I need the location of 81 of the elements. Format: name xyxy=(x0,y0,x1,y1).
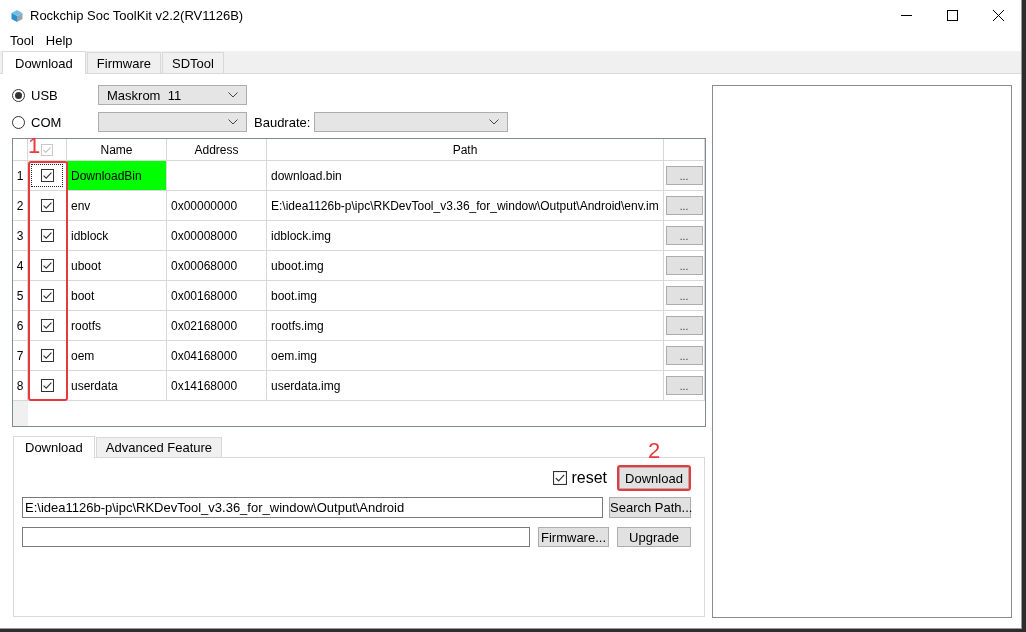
maximize-icon xyxy=(946,10,958,21)
radio-button[interactable] xyxy=(12,115,25,129)
browse-button[interactable]: ... xyxy=(665,166,703,185)
callout-number: 1 xyxy=(28,135,41,157)
row-number: 8 xyxy=(16,378,24,393)
row-number: 3 xyxy=(16,228,24,243)
browse-button[interactable]: ... xyxy=(665,286,703,305)
checkbox[interactable] xyxy=(40,349,54,362)
name-cell: rootfs xyxy=(67,311,167,341)
checkbox[interactable] xyxy=(40,379,54,392)
reset-checkbox[interactable] xyxy=(553,471,568,485)
radio-button[interactable] xyxy=(12,88,25,102)
callout-number: 2 xyxy=(648,440,661,462)
app-icon xyxy=(10,8,24,23)
browse-button[interactable]: ... xyxy=(665,226,703,245)
tab[interactable]: Advanced Feature xyxy=(95,437,223,457)
browse-button[interactable]: ... xyxy=(665,376,703,395)
path-field[interactable]: E:\idea1126b-p\ipc\RKDevTool_v3.36_for_window\Output\Android xyxy=(22,497,603,518)
window-title: Rockchip Soc ToolKit v2.2(RV1126B) xyxy=(30,8,244,23)
name-cell: env xyxy=(67,191,167,221)
path-cell: rootfs.img xyxy=(267,311,664,341)
chevron-down-icon xyxy=(228,119,238,125)
row-number: 2 xyxy=(16,198,24,213)
browse-button[interactable]: ... xyxy=(665,196,703,215)
address-cell: 0x00168000 xyxy=(167,281,267,311)
address-cell: 0x04168000 xyxy=(167,341,267,371)
row-number: 6 xyxy=(16,318,24,333)
download-button[interactable]: Download xyxy=(619,467,689,489)
row-number: 5 xyxy=(16,288,24,303)
search-path-button[interactable]: Search Path... xyxy=(609,497,691,518)
firmware-field[interactable] xyxy=(22,527,530,547)
row-number: 7 xyxy=(16,348,24,363)
name-cell: oem xyxy=(67,341,167,371)
address-cell: 0x00068000 xyxy=(167,251,267,281)
chevron-down-icon xyxy=(489,119,500,125)
column-header: Address xyxy=(194,142,239,157)
browse-button[interactable]: ... xyxy=(665,346,703,365)
checkbox[interactable] xyxy=(40,229,54,242)
path-cell: E:\idea1126b-p\ipc\RKDevTool_v3.36_for_window\Output\Android\env.im xyxy=(267,191,664,221)
path-cell: oem.img xyxy=(267,341,664,371)
path-cell: idblock.img xyxy=(267,221,664,251)
name-cell: idblock xyxy=(67,221,167,251)
row-number: 4 xyxy=(16,258,24,273)
checkbox[interactable] xyxy=(40,169,54,182)
tab[interactable]: Firmware xyxy=(86,52,161,73)
address-cell: 0x00008000 xyxy=(167,221,267,251)
browse-button[interactable]: ... xyxy=(665,256,703,275)
menu-item[interactable]: Tool xyxy=(4,31,40,51)
checkbox[interactable] xyxy=(40,259,54,272)
checkbox[interactable] xyxy=(40,319,54,332)
browse-button[interactable]: ... xyxy=(665,316,703,335)
name-cell: uboot xyxy=(67,251,167,281)
tab[interactable]: Download xyxy=(2,51,86,74)
port-label: COM xyxy=(31,114,62,130)
checkbox[interactable] xyxy=(40,289,54,302)
path-cell: uboot.img xyxy=(267,251,664,281)
row-number: 1 xyxy=(16,168,24,183)
device-dropdown[interactable]: Maskrom 11 xyxy=(98,85,247,105)
chevron-down-icon xyxy=(228,92,238,98)
port-label: USB xyxy=(31,87,58,103)
reset-label: reset xyxy=(571,469,607,487)
close-icon xyxy=(992,10,1004,21)
name-cell: userdata xyxy=(67,371,167,401)
tab[interactable]: Download xyxy=(13,436,95,458)
name-cell: DownloadBin xyxy=(67,161,167,191)
firmware-button[interactable]: Firmware... xyxy=(538,527,609,547)
address-cell: 0x00000000 xyxy=(167,191,267,221)
path-cell: boot.img xyxy=(267,281,664,311)
address-cell: 0x14168000 xyxy=(167,371,267,401)
checkbox[interactable] xyxy=(40,199,54,212)
column-header: Path xyxy=(452,142,478,157)
address-cell: 0x02168000 xyxy=(167,311,267,341)
path-cell: download.bin xyxy=(267,161,664,191)
tab[interactable]: SDTool xyxy=(162,52,224,73)
row-header-gutter xyxy=(13,401,28,426)
upgrade-button[interactable]: Upgrade xyxy=(617,527,691,547)
path-cell: userdata.img xyxy=(267,371,664,401)
column-header: Name xyxy=(100,142,133,157)
baudrate-label: Baudrate: xyxy=(254,114,311,130)
name-cell: boot xyxy=(67,281,167,311)
menu-item[interactable]: Help xyxy=(39,31,79,51)
